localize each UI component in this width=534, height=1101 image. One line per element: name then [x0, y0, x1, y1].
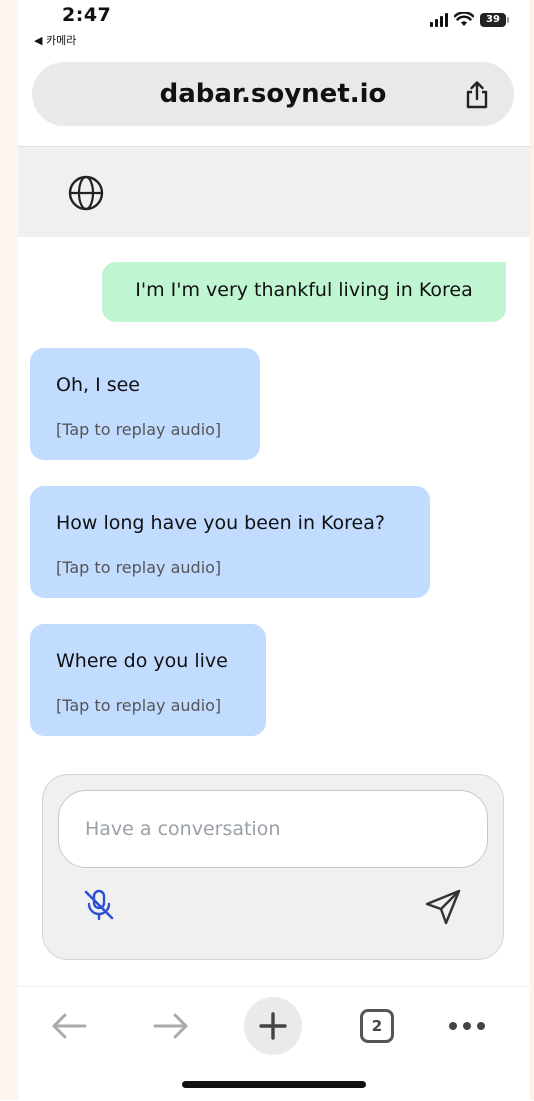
web-header	[18, 146, 530, 237]
plus-icon	[259, 1012, 287, 1040]
signal-icon	[430, 12, 448, 27]
bot-message-text: Where do you live	[56, 650, 228, 672]
replay-audio-link[interactable]: [Tap to replay audio]	[56, 558, 221, 577]
forward-button[interactable]	[146, 1001, 196, 1051]
more-icon	[449, 1022, 485, 1030]
battery-icon: 39	[480, 12, 509, 27]
status-time: 2:47	[62, 4, 112, 26]
new-tab-button[interactable]	[244, 997, 302, 1055]
battery-level: 39	[486, 14, 500, 25]
address-url: dabar.soynet.io	[159, 79, 387, 109]
arrow-left-icon	[52, 1013, 87, 1039]
page-edge-left	[0, 0, 18, 1100]
bot-message-bubble[interactable]: How long have you been in Korea? [Tap to…	[30, 486, 430, 598]
back-button[interactable]	[44, 1001, 94, 1051]
browser-toolbar: 2	[18, 986, 530, 1101]
message-composer	[42, 774, 504, 960]
user-message-bubble: I'm I'm very thankful living in Korea	[102, 262, 506, 322]
user-message-text: I'm I'm very thankful living in Korea	[135, 279, 473, 301]
more-button[interactable]	[442, 1001, 492, 1051]
tab-count-badge: 2	[360, 1009, 394, 1043]
tabs-button[interactable]: 2	[352, 1001, 402, 1051]
address-bar[interactable]: dabar.soynet.io	[32, 62, 514, 126]
page-edge-right	[530, 0, 534, 1100]
conversation-input[interactable]	[58, 790, 488, 868]
wifi-icon	[454, 12, 474, 26]
web-content: I'm I'm very thankful living in Korea Oh…	[18, 146, 530, 986]
status-bar: 2:47 ◀ 카메라 39	[0, 0, 534, 56]
send-icon[interactable]	[423, 887, 463, 927]
home-indicator	[182, 1081, 366, 1088]
globe-icon[interactable]	[68, 175, 104, 211]
bot-message-bubble[interactable]: Where do you live [Tap to replay audio]	[30, 624, 266, 736]
bot-message-text: Oh, I see	[56, 374, 140, 396]
mic-off-icon[interactable]	[81, 887, 117, 923]
back-to-app-link[interactable]: ◀ 카메라	[34, 32, 76, 48]
share-icon[interactable]	[462, 80, 492, 110]
tab-count: 2	[371, 1017, 383, 1035]
arrow-right-icon	[153, 1013, 188, 1039]
status-icons: 39	[430, 12, 509, 27]
replay-audio-link[interactable]: [Tap to replay audio]	[56, 696, 221, 715]
bot-message-text: How long have you been in Korea?	[56, 512, 385, 534]
bot-message-bubble[interactable]: Oh, I see [Tap to replay audio]	[30, 348, 260, 460]
replay-audio-link[interactable]: [Tap to replay audio]	[56, 420, 221, 439]
